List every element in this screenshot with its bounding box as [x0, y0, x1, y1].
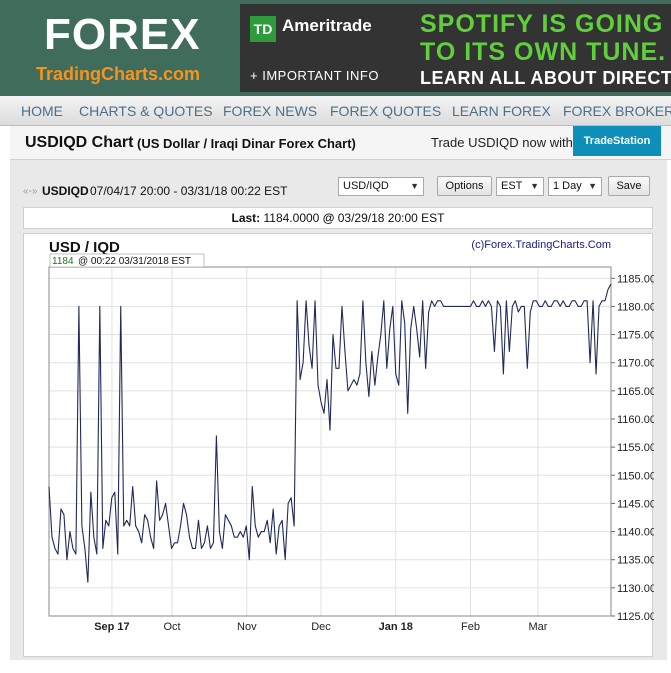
page-subtitle: (US Dollar / Iraqi Dinar Forex Chart)	[137, 136, 356, 151]
x-tick-label: Oct	[164, 621, 181, 633]
x-axis: Sep 17 Oct Nov Dec Jan 18 Feb Mar	[94, 621, 548, 633]
symbol-label: USDIQD	[42, 184, 89, 198]
last-quote-bar: Last: 1184.0000 @ 03/29/18 20:00 EST	[23, 207, 653, 229]
nav-item-home[interactable]: HOME	[21, 103, 63, 119]
site-logo[interactable]: FOREX TradingCharts.com	[0, 0, 240, 96]
series-group	[48, 283, 612, 583]
x-tick-label: Dec	[311, 621, 331, 633]
readout-value: 1184	[52, 256, 74, 267]
y-tick-label: 1160.00	[617, 414, 654, 426]
ad-headline-1: SPOTIFY IS GOING IT	[420, 10, 671, 38]
chevron-down-icon: ▼	[530, 181, 539, 191]
nav-item-charts-quotes[interactable]: CHARTS & QUOTES	[79, 103, 213, 119]
chart-title: USD / IQD	[49, 239, 120, 256]
timezone-select[interactable]: EST ▼	[496, 177, 544, 196]
save-button[interactable]: Save	[608, 176, 650, 196]
price-chart[interactable]: USD / IQD (c)Forex.TradingCharts.Com 112…	[24, 234, 656, 658]
last-label: Last:	[231, 211, 261, 225]
date-range: 07/04/17 20:00 - 03/31/18 00:22 EST	[90, 184, 288, 198]
y-tick-label: 1150.00	[617, 470, 654, 482]
y-tick-label: 1180.00	[617, 301, 654, 313]
x-tick-label: Sep 17	[94, 621, 129, 633]
y-tick-label: 1125.00	[617, 611, 654, 623]
nav-item-forex-quotes[interactable]: FOREX QUOTES	[330, 103, 441, 119]
pair-select[interactable]: USD/IQD ▼	[338, 177, 424, 196]
ad-banner[interactable]: TD Ameritrade + IMPORTANT INFO SPOTIFY I…	[240, 4, 671, 92]
options-button[interactable]: Options	[437, 176, 492, 196]
plot-frame	[48, 266, 612, 617]
trade-prompt: Trade USDIQD now with:	[431, 135, 577, 150]
chart-title-bar: USDIQD Chart (US Dollar / Iraqi Dinar Fo…	[10, 126, 671, 160]
date-nav-arrows-icon[interactable]: «-»	[23, 186, 37, 197]
interval-select-value: 1 Day	[553, 180, 582, 192]
tradestation-label: TradeStation	[583, 135, 651, 147]
td-badge-icon: TD	[250, 16, 276, 42]
x-tick-label: Feb	[461, 621, 480, 633]
chevron-down-icon: ▼	[410, 181, 419, 191]
x-tick-label: Jan 18	[379, 621, 413, 633]
nav-item-forex-broker[interactable]: FOREX BROKER RE	[563, 103, 671, 119]
y-tick-label: 1170.00	[617, 358, 654, 370]
price-line	[48, 283, 612, 583]
site-header: FOREX TradingCharts.com TD Ameritrade + …	[0, 0, 671, 96]
y-tick-label: 1130.00	[617, 583, 654, 595]
readout-box: 1184 @ 00:22 03/31/2018 EST	[49, 253, 205, 268]
y-tick-label: 1140.00	[617, 527, 654, 539]
pair-select-value: USD/IQD	[343, 180, 389, 192]
y-tick-label: 1185.00	[617, 273, 654, 285]
interval-select[interactable]: 1 Day ▼	[548, 177, 602, 196]
page-title: USDIQD Chart	[25, 134, 134, 151]
logo-subtitle: TradingCharts.com	[36, 64, 201, 84]
ad-headline-3: LEARN ALL ABOUT DIRECT LIS	[420, 68, 671, 88]
chart-panel: «-» USDIQD 07/04/17 20:00 - 03/31/18 00:…	[10, 160, 667, 660]
y-tick-label: 1175.00	[617, 330, 654, 342]
x-tick-label: Mar	[528, 621, 547, 633]
y-tick-label: 1165.00	[617, 386, 654, 398]
ad-headline-2: TO ITS OWN TUNE.	[420, 38, 667, 66]
nav-item-forex-news[interactable]: FOREX NEWS	[223, 103, 317, 119]
y-tick-label: 1135.00	[617, 555, 654, 567]
x-tick-label: Nov	[237, 621, 257, 633]
chart-credit[interactable]: (c)Forex.TradingCharts.Com	[471, 239, 611, 251]
logo-title: FOREX	[44, 10, 201, 59]
ad-important-info-link[interactable]: + IMPORTANT INFO	[250, 68, 379, 83]
chevron-down-icon: ▼	[588, 181, 597, 191]
chart-container: USD / IQD (c)Forex.TradingCharts.Com 112…	[23, 233, 656, 658]
y-axis: 1125.00 1130.00 1135.00 1140.00 1145.00 1150.…	[611, 273, 656, 623]
last-value: 1184.0000	[263, 211, 320, 225]
nav-item-learn-forex[interactable]: LEARN FOREX	[452, 103, 551, 119]
readout-time: @ 00:22 03/31/2018 EST	[78, 256, 191, 267]
y-tick-label: 1145.00	[617, 498, 654, 510]
last-time: 03/29/18 20:00 EST	[337, 211, 445, 225]
last-at: @	[322, 211, 335, 225]
tradestation-button[interactable]: TradeStation	[573, 126, 661, 156]
ad-brand: Ameritrade	[282, 16, 372, 35]
main-nav: HOME CHARTS & QUOTES FOREX NEWS FOREX QU…	[0, 96, 671, 126]
chart-grid	[49, 267, 611, 617]
y-tick-label: 1155.00	[617, 442, 654, 454]
timezone-select-value: EST	[501, 180, 523, 192]
